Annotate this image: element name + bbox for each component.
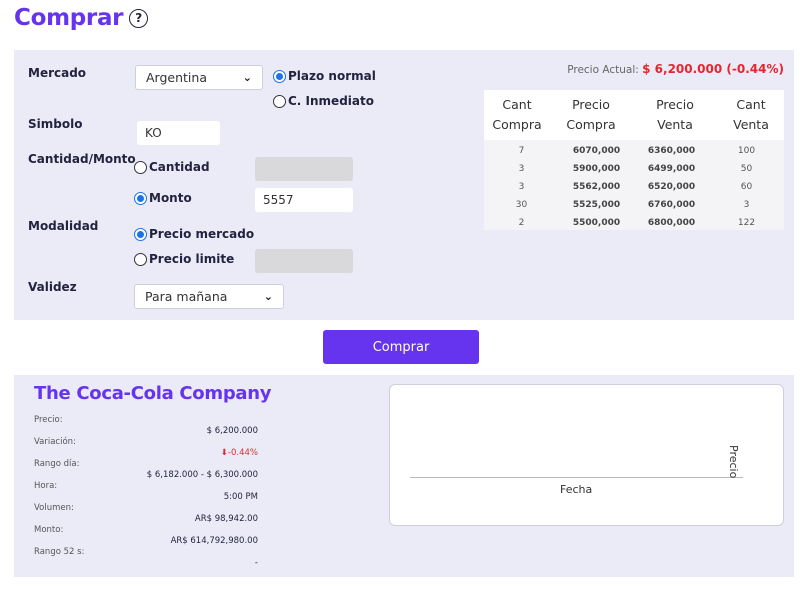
col-precio-compra: Precio Compra bbox=[566, 97, 616, 132]
rango-dia-value: $ 6,182.000 - $ 6,300.000 bbox=[146, 470, 258, 480]
precio-actual-label: Precio Actual: bbox=[567, 64, 639, 76]
simbolo-label: Simbolo bbox=[28, 117, 83, 131]
simbolo-input[interactable]: KO bbox=[137, 121, 220, 145]
precio-limite-radio[interactable]: Precio limite bbox=[134, 252, 234, 266]
cell: 60 bbox=[740, 182, 753, 192]
arrow-down-icon: ⬇ bbox=[220, 448, 228, 458]
table-row: 3 5900,000 6499,000 50 bbox=[484, 160, 784, 178]
order-book-header: Cant Compra Precio Compra Precio Venta C… bbox=[484, 90, 784, 140]
cell: 6360,000 bbox=[647, 146, 696, 156]
plazo-normal-radio[interactable]: Plazo normal bbox=[273, 69, 376, 83]
rango-dia-label: Rango día: bbox=[34, 459, 80, 469]
col-cant-venta: Cant Venta bbox=[733, 97, 769, 132]
table-row: 3 5562,000 6520,000 60 bbox=[484, 178, 784, 196]
mercado-select[interactable]: Argentina ⌄ bbox=[135, 65, 263, 90]
rango-52-label: Rango 52 s: bbox=[34, 547, 85, 557]
precio-value: $ 6,200.000 bbox=[206, 426, 258, 436]
cantidad-input[interactable] bbox=[255, 157, 353, 181]
cell: 6800,000 bbox=[647, 218, 696, 228]
monto-value: AR$ 614,792,980.00 bbox=[170, 536, 258, 546]
cell: 30 bbox=[515, 200, 528, 210]
company-info-panel: The Coca-Cola Company Precio: Variación:… bbox=[14, 375, 794, 577]
cell: 6070,000 bbox=[572, 146, 621, 156]
precio-label: Precio: bbox=[34, 415, 63, 425]
cantidad-radio-label: Cantidad bbox=[149, 160, 210, 174]
order-form-panel: Mercado Argentina ⌄ Plazo normal C. Inme… bbox=[14, 50, 794, 320]
y-axis-label: Precio bbox=[727, 445, 740, 479]
modalidad-label: Modalidad bbox=[28, 219, 99, 233]
precio-mercado-label: Precio mercado bbox=[149, 227, 255, 241]
table-row: 2 5500,000 6800,000 122 bbox=[484, 214, 784, 232]
precio-actual: Precio Actual: $ 6,200.000 (-0.44%) bbox=[567, 62, 784, 76]
col-cant-compra: Cant Compra bbox=[492, 97, 542, 132]
monto-input[interactable]: 5557 bbox=[255, 188, 353, 212]
rango-52-value: - bbox=[254, 558, 258, 568]
x-axis-label: Fecha bbox=[560, 483, 593, 496]
validez-label: Validez bbox=[28, 280, 77, 294]
page-header: Comprar ? bbox=[14, 3, 149, 33]
cell: 6520,000 bbox=[647, 182, 696, 192]
precio-actual-value: $ 6,200.000 (-0.44%) bbox=[642, 62, 784, 76]
question-circle-icon[interactable]: ? bbox=[129, 8, 149, 28]
hora-label: Hora: bbox=[34, 481, 58, 491]
table-row: 30 5525,000 6760,000 3 bbox=[484, 196, 784, 214]
radio-icon bbox=[134, 160, 147, 174]
cell: 50 bbox=[740, 164, 753, 174]
chevron-down-icon: ⌄ bbox=[263, 290, 273, 303]
cell: 5525,000 bbox=[572, 200, 621, 210]
c-inmediato-radio[interactable]: C. Inmediato bbox=[273, 94, 374, 108]
cell: 122 bbox=[737, 218, 756, 228]
variacion-value: ⬇-0.44% bbox=[221, 448, 258, 458]
x-axis-line bbox=[410, 477, 743, 478]
page-title: Comprar bbox=[14, 5, 124, 31]
mercado-select-value: Argentina bbox=[146, 70, 207, 85]
radio-icon bbox=[273, 94, 286, 108]
precio-limite-input[interactable] bbox=[255, 249, 353, 273]
radio-selected-icon bbox=[134, 191, 147, 205]
c-inmediato-label: C. Inmediato bbox=[288, 94, 374, 108]
monto-input-value: 5557 bbox=[263, 193, 294, 207]
col-precio-venta: Precio Venta bbox=[656, 97, 694, 132]
cell: 3 bbox=[518, 164, 525, 174]
table-row: 7 6070,000 6360,000 100 bbox=[484, 142, 784, 160]
company-name: The Coca-Cola Company bbox=[34, 383, 272, 404]
radio-icon bbox=[134, 252, 147, 266]
cantidad-monto-label: Cantidad/Monto bbox=[28, 152, 136, 166]
radio-selected-icon bbox=[273, 69, 286, 83]
cell: 3 bbox=[518, 182, 525, 192]
cantidad-radio[interactable]: Cantidad bbox=[134, 160, 210, 174]
comprar-button[interactable]: Comprar bbox=[323, 330, 479, 364]
validez-select-value: Para mañana bbox=[145, 289, 228, 304]
hora-value: 5:00 PM bbox=[223, 492, 258, 502]
cell: 100 bbox=[737, 146, 756, 156]
radio-selected-icon bbox=[134, 227, 147, 241]
precio-limite-label: Precio limite bbox=[149, 252, 235, 266]
variacion-label: Variación: bbox=[34, 437, 76, 447]
cell: 7 bbox=[518, 146, 525, 156]
plazo-normal-label: Plazo normal bbox=[288, 69, 376, 83]
cell: 5900,000 bbox=[572, 164, 621, 174]
cell: 3 bbox=[743, 200, 750, 210]
simbolo-input-value: KO bbox=[145, 126, 162, 140]
precio-mercado-radio[interactable]: Precio mercado bbox=[134, 227, 254, 241]
cell: 5500,000 bbox=[572, 218, 621, 228]
volumen-value: AR$ 98,942.00 bbox=[194, 514, 258, 524]
cell: 6760,000 bbox=[647, 200, 696, 210]
variacion-text: -0.44% bbox=[227, 448, 258, 458]
volumen-label: Volumen: bbox=[34, 503, 74, 513]
mercado-label: Mercado bbox=[28, 66, 87, 80]
cell: 5562,000 bbox=[572, 182, 621, 192]
cell: 2 bbox=[518, 218, 525, 228]
price-chart: Fecha Precio bbox=[389, 384, 784, 526]
validez-select[interactable]: Para mañana ⌄ bbox=[134, 284, 284, 309]
order-book-table: Cant Compra Precio Compra Precio Venta C… bbox=[484, 90, 784, 230]
monto-radio[interactable]: Monto bbox=[134, 191, 192, 205]
chevron-down-icon: ⌄ bbox=[242, 71, 252, 84]
cell: 6499,000 bbox=[647, 164, 696, 174]
monto-label: Monto: bbox=[34, 525, 64, 535]
monto-radio-label: Monto bbox=[149, 191, 192, 205]
